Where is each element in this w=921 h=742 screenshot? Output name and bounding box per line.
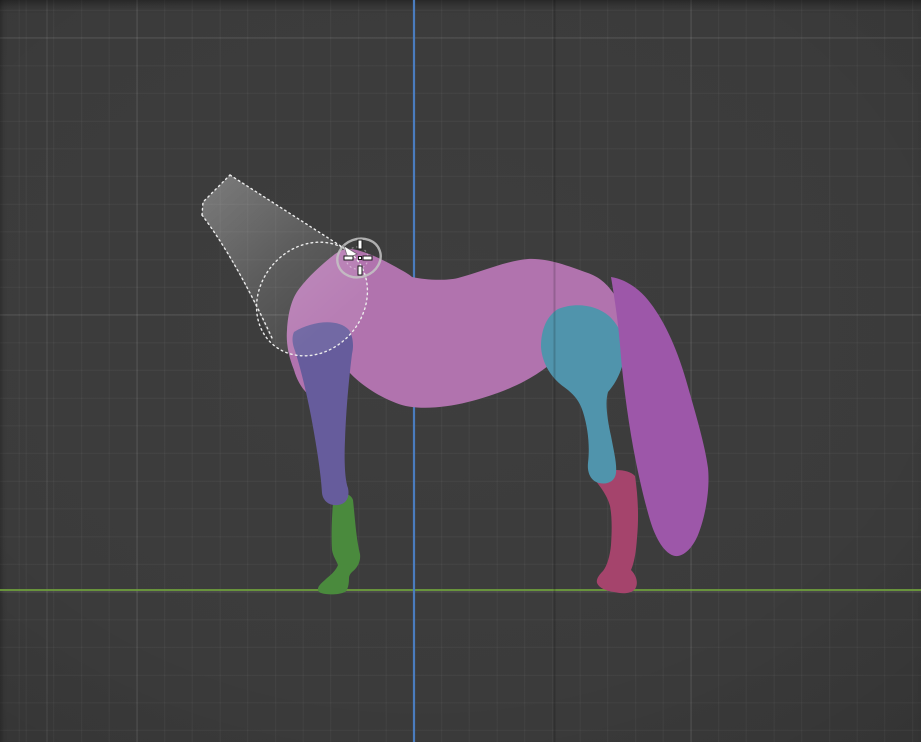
area-divider-line[interactable]	[554, 0, 556, 742]
head-cone-fill[interactable]	[202, 175, 367, 356]
crosshair-tick-left	[344, 256, 353, 260]
crosshair-center-dot	[359, 257, 362, 260]
crosshair-tick-right	[363, 256, 372, 260]
viewport-3d[interactable]	[0, 0, 921, 742]
crosshair-tick-top	[358, 240, 362, 249]
scene-layer	[0, 0, 921, 742]
horse-hind-lower-leg-segment[interactable]	[592, 470, 638, 593]
crosshair-tick-bottom	[358, 266, 362, 275]
horse-front-lower-leg-segment[interactable]	[318, 494, 360, 595]
